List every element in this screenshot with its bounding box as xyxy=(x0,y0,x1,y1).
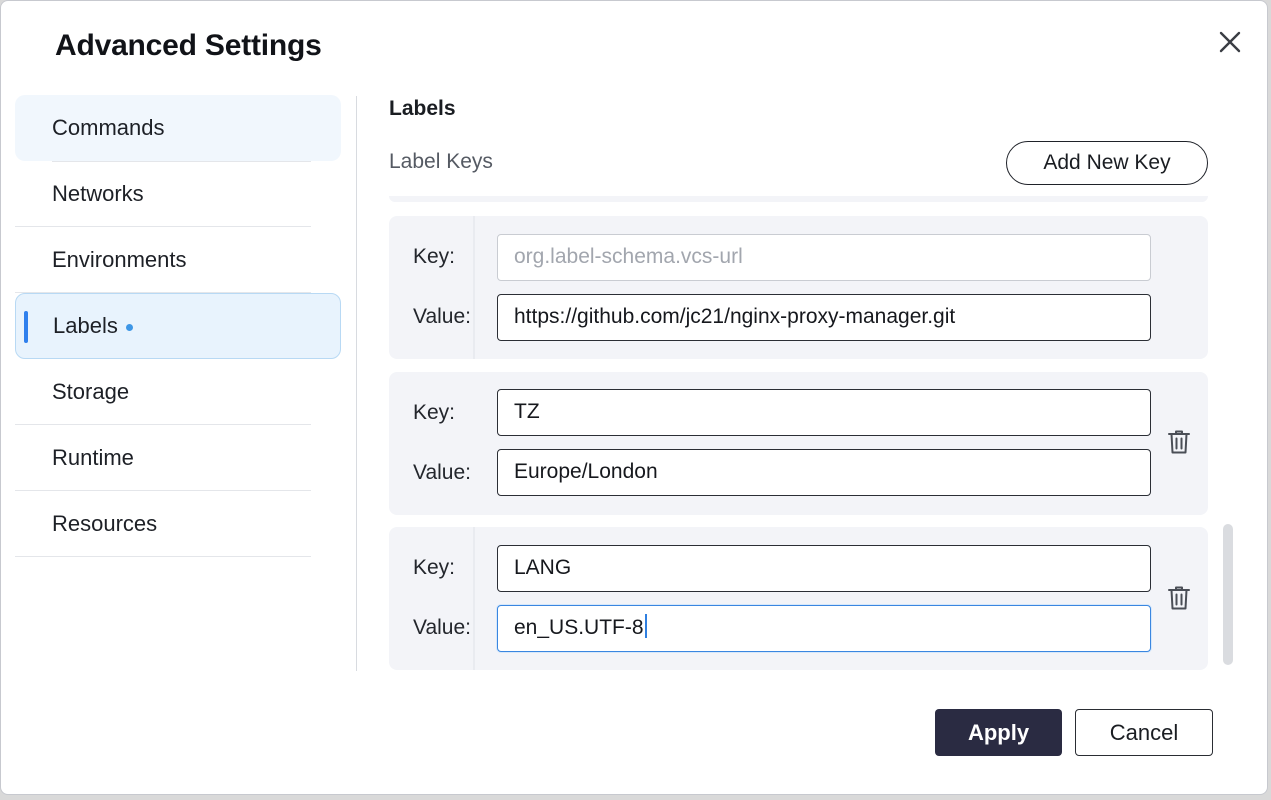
modified-dot-indicator xyxy=(125,323,133,331)
add-new-key-button[interactable]: Add New Key xyxy=(1006,141,1208,185)
sidebar-item-label: Resources xyxy=(52,510,158,536)
card-seam xyxy=(473,216,475,359)
sidebar-item-labels[interactable]: Labels xyxy=(15,293,341,359)
key-field-label: Key: xyxy=(413,245,456,268)
scrollbar-thumb[interactable] xyxy=(1223,524,1233,665)
label-entry-card: Key: org.label-schema.vcs-url Value: htt… xyxy=(389,216,1208,359)
key-input-text: LANG xyxy=(514,556,572,579)
sidebar-item-label: Environments xyxy=(52,246,187,272)
trash-icon xyxy=(1168,430,1190,454)
close-button[interactable] xyxy=(1213,25,1247,59)
value-field-label: Value: xyxy=(413,305,471,328)
sidebar-divider xyxy=(356,96,357,671)
sidebar-item-label: Networks xyxy=(52,180,144,206)
key-input: org.label-schema.vcs-url xyxy=(497,234,1151,281)
key-input-text: org.label-schema.vcs-url xyxy=(514,245,743,268)
key-input[interactable]: LANG xyxy=(497,545,1151,592)
settings-sidebar: Commands Networks Environments Labels St… xyxy=(15,95,341,557)
value-input-text: en_US.UTF-8 xyxy=(514,616,644,639)
value-input[interactable]: https://github.com/jc21/nginx-proxy-mana… xyxy=(497,294,1151,341)
label-list-scroll-area[interactable]: Key: org.label-schema.vcs-url Value: htt… xyxy=(389,196,1239,670)
sidebar-item-label: Commands xyxy=(52,115,165,140)
apply-button[interactable]: Apply xyxy=(935,709,1062,756)
value-input-text: https://github.com/jc21/nginx-proxy-mana… xyxy=(514,305,956,328)
advanced-settings-dialog: Advanced Settings Commands Networks Envi… xyxy=(0,0,1268,795)
key-field-label: Key: xyxy=(413,401,456,424)
sidebar-item-runtime[interactable]: Runtime xyxy=(15,425,311,491)
sidebar-item-environments[interactable]: Environments xyxy=(15,227,311,293)
label-entry-card: Key: LANG Value: en_US.UTF-8 xyxy=(389,527,1208,670)
text-caret xyxy=(644,614,647,638)
dialog-title: Advanced Settings xyxy=(55,29,322,62)
sidebar-item-label: Labels xyxy=(53,313,118,338)
value-input[interactable]: en_US.UTF-8 xyxy=(497,605,1151,652)
card-seam xyxy=(473,527,475,670)
value-input[interactable]: Europe/London xyxy=(497,449,1151,496)
value-field-label: Value: xyxy=(413,616,471,639)
section-title: Labels xyxy=(389,97,456,120)
key-input-text: TZ xyxy=(514,400,540,423)
delete-label-button[interactable] xyxy=(1165,583,1193,613)
previous-card-edge xyxy=(389,196,1208,202)
close-icon xyxy=(1219,31,1241,53)
value-field-label: Value: xyxy=(413,461,471,484)
active-indicator-bar xyxy=(24,311,28,343)
trash-icon xyxy=(1168,586,1190,610)
sidebar-item-networks[interactable]: Networks xyxy=(15,161,311,227)
label-entry-card: Key: TZ Value: Europe/London xyxy=(389,372,1208,515)
delete-label-button[interactable] xyxy=(1165,427,1193,457)
cancel-button[interactable]: Cancel xyxy=(1075,709,1213,756)
sidebar-item-label: Storage xyxy=(52,378,130,404)
key-input[interactable]: TZ xyxy=(497,389,1151,436)
sidebar-item-commands[interactable]: Commands xyxy=(15,95,341,162)
value-input-text: Europe/London xyxy=(514,460,658,483)
sidebar-item-label: Runtime xyxy=(52,444,134,470)
sidebar-item-resources[interactable]: Resources xyxy=(15,491,311,557)
label-keys-heading: Label Keys xyxy=(389,150,493,173)
sidebar-item-storage[interactable]: Storage xyxy=(15,359,311,425)
key-field-label: Key: xyxy=(413,556,456,579)
